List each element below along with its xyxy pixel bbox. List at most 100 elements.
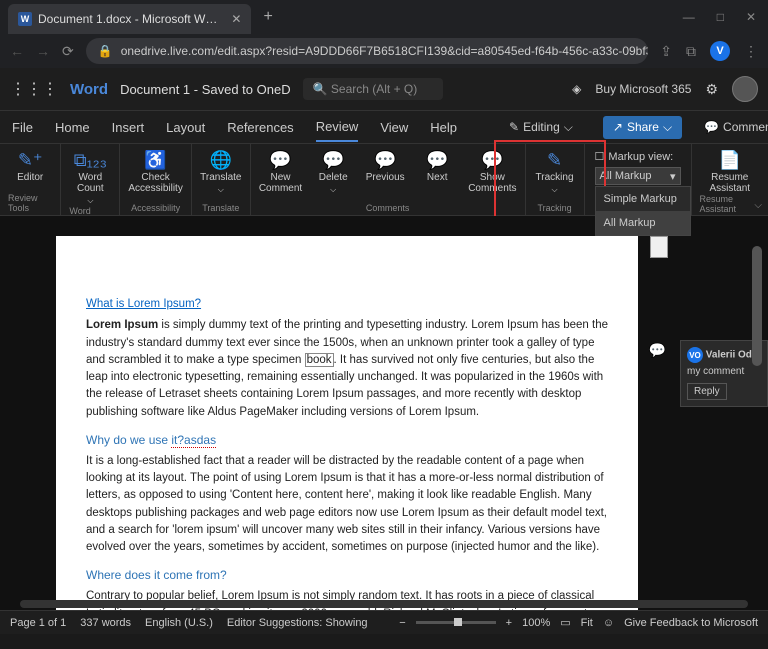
page-edge (650, 236, 668, 258)
show-comments-icon: 💬 (481, 150, 503, 170)
dropdown-simple-markup[interactable]: Simple Markup (596, 187, 690, 211)
tab-title: Document 1.docx - Microsoft W… (38, 12, 217, 26)
chevron-down-icon: ⌵ (87, 196, 93, 206)
tab-file[interactable]: File (12, 114, 33, 141)
word-file-icon: W (18, 12, 32, 26)
chevron-down-icon: ⌵ (564, 120, 573, 135)
document-area: What is Lorem Ipsum? Lorem Ipsum is simp… (0, 216, 768, 610)
reload-icon[interactable]: ⟳ (62, 43, 74, 60)
window-minimize-icon[interactable]: — (683, 10, 695, 24)
group-label: Tracking (537, 203, 571, 213)
show-comments-button[interactable]: 💬Show Comments (468, 150, 516, 195)
comment-marker-icon[interactable]: 💬 (649, 342, 666, 359)
ribbon: ✎⁺Editor Review Tools ⧉₁₂₃Word Count⌵ Wo… (0, 144, 768, 216)
share-icon: ↗ (613, 120, 623, 134)
editor-button[interactable]: ✎⁺Editor (9, 150, 51, 183)
group-label: Translate (202, 203, 239, 213)
browser-tab[interactable]: W Document 1.docx - Microsoft W… ✕ (8, 4, 251, 34)
fit-button[interactable]: Fit (581, 617, 593, 629)
resume-assistant-button[interactable]: 📄Resume Assistant (709, 150, 751, 194)
chevron-down-icon: ⌵ (330, 185, 336, 195)
tab-home[interactable]: Home (55, 114, 90, 141)
document-page[interactable]: What is Lorem Ipsum? Lorem Ipsum is simp… (56, 236, 638, 610)
forward-icon[interactable]: → (36, 43, 50, 59)
delete-comment-button[interactable]: 💬Delete⌵ (312, 150, 354, 195)
translate-icon: 🌐 (210, 150, 232, 170)
commenter-name: Valerii Odir (706, 350, 759, 361)
share-page-icon[interactable]: ⇪ (660, 43, 672, 60)
tab-view[interactable]: View (380, 114, 408, 141)
previous-comment-button[interactable]: 💬Previous (364, 150, 406, 195)
url-text: onedrive.live.com/edit.aspx?resid=A9DDD6… (121, 44, 649, 58)
chevron-down-icon: ⌵ (552, 185, 558, 195)
zoom-in-button[interactable]: + (506, 617, 512, 629)
horizontal-scrollbar[interactable] (20, 600, 748, 608)
new-tab-button[interactable]: + (263, 8, 272, 26)
share-button[interactable]: ↗ Share ⌵ (603, 116, 682, 139)
buy-microsoft-link[interactable]: Buy Microsoft 365 (595, 82, 691, 96)
window-close-icon[interactable]: ✕ (746, 10, 756, 24)
chevron-down-icon: ⌵ (663, 120, 672, 135)
page-indicator[interactable]: Page 1 of 1 (10, 617, 66, 629)
new-comment-button[interactable]: 💬New Comment (259, 150, 302, 195)
browser-profile-avatar[interactable]: V (710, 41, 730, 61)
commenter-avatar: VO (687, 347, 703, 363)
feedback-link[interactable]: Give Feedback to Microsoft (624, 617, 758, 629)
new-comment-icon: 💬 (269, 150, 291, 170)
group-label: Accessibility (131, 203, 180, 213)
fit-icon: ▭ (560, 616, 570, 629)
check-accessibility-button[interactable]: ♿Check Accessibility (128, 150, 182, 194)
editing-mode-button[interactable]: ✎ Editing ⌵ (501, 116, 581, 139)
document-title[interactable]: Document 1 - Saved to OneD (120, 82, 291, 97)
tracking-icon: ✎ (547, 150, 562, 170)
comments-button[interactable]: 💬 Comments (704, 120, 768, 134)
word-count-indicator[interactable]: 337 words (80, 617, 131, 629)
selected-text: book (305, 353, 334, 367)
word-count-button[interactable]: ⧉₁₂₃Word Count⌵ (69, 150, 111, 206)
markup-view-dropdown: Simple Markup All Markup (595, 186, 691, 236)
zoom-out-button[interactable]: − (399, 617, 405, 629)
group-label: Resume Assistant (700, 194, 760, 214)
resume-icon: 📄 (719, 150, 741, 170)
markup-icon: ☐ (595, 150, 605, 163)
editor-suggestions-indicator[interactable]: Editor Suggestions: Showing (227, 617, 368, 629)
search-input[interactable]: 🔍 Search (Alt + Q) (303, 78, 443, 100)
back-icon[interactable]: ← (10, 43, 24, 59)
close-tab-icon[interactable]: ✕ (231, 12, 241, 26)
translate-button[interactable]: 🌐Translate⌵ (200, 150, 242, 195)
address-bar[interactable]: 🔒 onedrive.live.com/edit.aspx?resid=A9DD… (86, 38, 649, 64)
tab-help[interactable]: Help (430, 114, 457, 141)
markup-view-label: Markup view: (608, 151, 673, 163)
accessibility-icon: ♿ (144, 150, 166, 170)
tab-layout[interactable]: Layout (166, 114, 205, 141)
tracking-button[interactable]: ✎Tracking⌵ (534, 150, 576, 195)
window-maximize-icon[interactable]: □ (717, 10, 724, 24)
chevron-down-icon: ⌵ (218, 185, 224, 195)
dropdown-all-markup[interactable]: All Markup (596, 211, 690, 235)
word-brand[interactable]: Word (70, 81, 108, 98)
settings-icon[interactable]: ⚙ (705, 81, 718, 98)
status-bar: Page 1 of 1 337 words English (U.S.) Edi… (0, 610, 768, 634)
tab-references[interactable]: References (227, 114, 293, 141)
user-avatar[interactable] (732, 76, 758, 102)
reply-button[interactable]: Reply (687, 383, 727, 400)
browser-titlebar: W Document 1.docx - Microsoft W… ✕ + — □… (0, 0, 768, 34)
language-indicator[interactable]: English (U.S.) (145, 617, 213, 629)
tab-insert[interactable]: Insert (112, 114, 145, 141)
next-comment-button[interactable]: 💬Next (416, 150, 458, 195)
vertical-scrollbar[interactable] (752, 246, 762, 366)
zoom-slider[interactable] (416, 621, 496, 624)
browser-urlbar: ← → ⟳ 🔒 onedrive.live.com/edit.aspx?resi… (0, 34, 768, 68)
app-header: ⋮⋮⋮ Word Document 1 - Saved to OneD 🔍 Se… (0, 68, 768, 111)
zoom-level[interactable]: 100% (522, 617, 550, 629)
group-label: Comments (366, 203, 410, 213)
tab-review[interactable]: Review (316, 113, 359, 142)
browser-menu-icon[interactable]: ⋮ (744, 43, 758, 60)
markup-view-group: ☐ Markup view: All Markup Simple Markup … (585, 144, 691, 215)
extensions-icon[interactable]: ⧉ (686, 43, 696, 60)
previous-icon: 💬 (374, 150, 396, 170)
heading-link[interactable]: What is Lorem Ipsum? (86, 298, 201, 310)
app-launcher-icon[interactable]: ⋮⋮⋮ (10, 79, 58, 99)
markup-view-select[interactable]: All Markup (595, 167, 681, 185)
ribbon-collapse-icon[interactable]: ⌵ (754, 200, 762, 211)
